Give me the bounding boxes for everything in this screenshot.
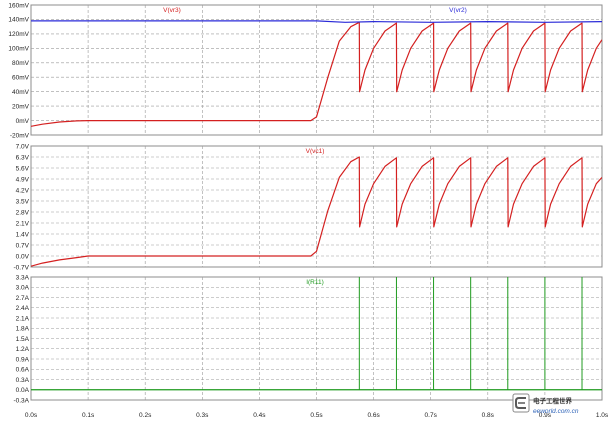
x-tick-label: 0.0s: [25, 412, 38, 419]
x-tick-label: 0.5s: [310, 412, 323, 419]
watermark-logo: [512, 393, 530, 413]
y-tick-label: 1.4V: [16, 231, 30, 238]
x-tick-label: 0.1s: [82, 412, 95, 419]
y-tick-label: 2.8V: [16, 209, 30, 216]
x-tick-label: 1.0s: [596, 412, 609, 419]
y-tick-label: 140mV: [8, 17, 29, 24]
plot-pane-3: -0.3A 0.0A 0.3A 0.6A 0.9A 1.2A 1.5A 1.8A 2.1A 2.4…: [13, 274, 603, 404]
y-tick-label: 2.1A: [16, 315, 30, 322]
x-tick-label: 0.2s: [139, 412, 152, 419]
trace-label-1[interactable]: I(R11): [306, 279, 324, 286]
plot-pane-2: -0.7V 0.0V 0.7V 1.4V 2.1V 2.8V 3.5V 4.2V 4.9V 5.6…: [13, 143, 603, 271]
x-tick-label: 0.7s: [425, 412, 438, 419]
y-tick-label: 1.2A: [16, 346, 30, 353]
y-tick-label: 6.3V: [16, 154, 30, 161]
plot-pane-1: -20mV 0mV 20mV 40mV 60mV 80mV 100mV 120mV 140mV 1…: [8, 2, 603, 139]
watermark-title: 电子工程世界: [533, 396, 573, 405]
y-tick-label: 60mV: [12, 75, 30, 82]
y-tick-label: 120mV: [8, 31, 29, 38]
y-tick-label: 7.0V: [16, 143, 30, 150]
waveform-viewer: -20mV 0mV 20mV 40mV 60mV 80mV 100mV 120mV 140mV 1…: [0, 0, 612, 428]
y-tick-label: 100mV: [8, 46, 29, 53]
y-tick-label: -0.7V: [13, 264, 29, 271]
y-tick-label: 20mV: [12, 103, 30, 110]
x-tick-label: 0.8s: [482, 412, 495, 419]
y-tick-label: 0.7V: [16, 242, 30, 249]
y-tick-label: 2.1V: [16, 220, 30, 227]
y-tick-label: 40mV: [12, 89, 30, 96]
y-tick-label: 0.6A: [16, 367, 30, 374]
trace-label-2[interactable]: V(vr2): [449, 7, 467, 14]
y-tick-label: 5.6V: [16, 165, 30, 172]
y-tick-label: 3.3A: [16, 274, 30, 281]
y-tick-label: 3.5V: [16, 198, 30, 205]
watermark-subtitle: eeworld.com.cn: [533, 408, 579, 415]
y-tick-label: 0.3A: [16, 377, 30, 384]
y-tick-label: 4.2V: [16, 187, 30, 194]
y-tick-label: 0.0V: [16, 253, 30, 260]
y-tick-label: 4.9V: [16, 176, 30, 183]
y-tick-label: 160mV: [8, 2, 29, 9]
y-tick-label: -20mV: [10, 132, 30, 139]
y-tick-label: 2.7A: [16, 295, 30, 302]
y-tick-label: 80mV: [12, 60, 30, 67]
y-tick-label: 3.0A: [16, 285, 30, 292]
y-tick-label: 1.5A: [16, 336, 30, 343]
y-tick-label: -0.3A: [13, 397, 29, 404]
y-tick-label: 0.0A: [16, 387, 30, 394]
trace-label-1[interactable]: V(vr3): [163, 7, 181, 14]
y-tick-label: 1.8A: [16, 326, 30, 333]
trace-label-1[interactable]: V(vc1): [306, 148, 325, 155]
x-tick-label: 0.6s: [367, 412, 380, 419]
y-tick-label: 0mV: [16, 118, 30, 125]
x-tick-label: 0.3s: [196, 412, 209, 419]
y-tick-label: 0.9A: [16, 356, 30, 363]
x-tick-label: 0.4s: [253, 412, 266, 419]
y-tick-label: 2.4A: [16, 305, 30, 312]
